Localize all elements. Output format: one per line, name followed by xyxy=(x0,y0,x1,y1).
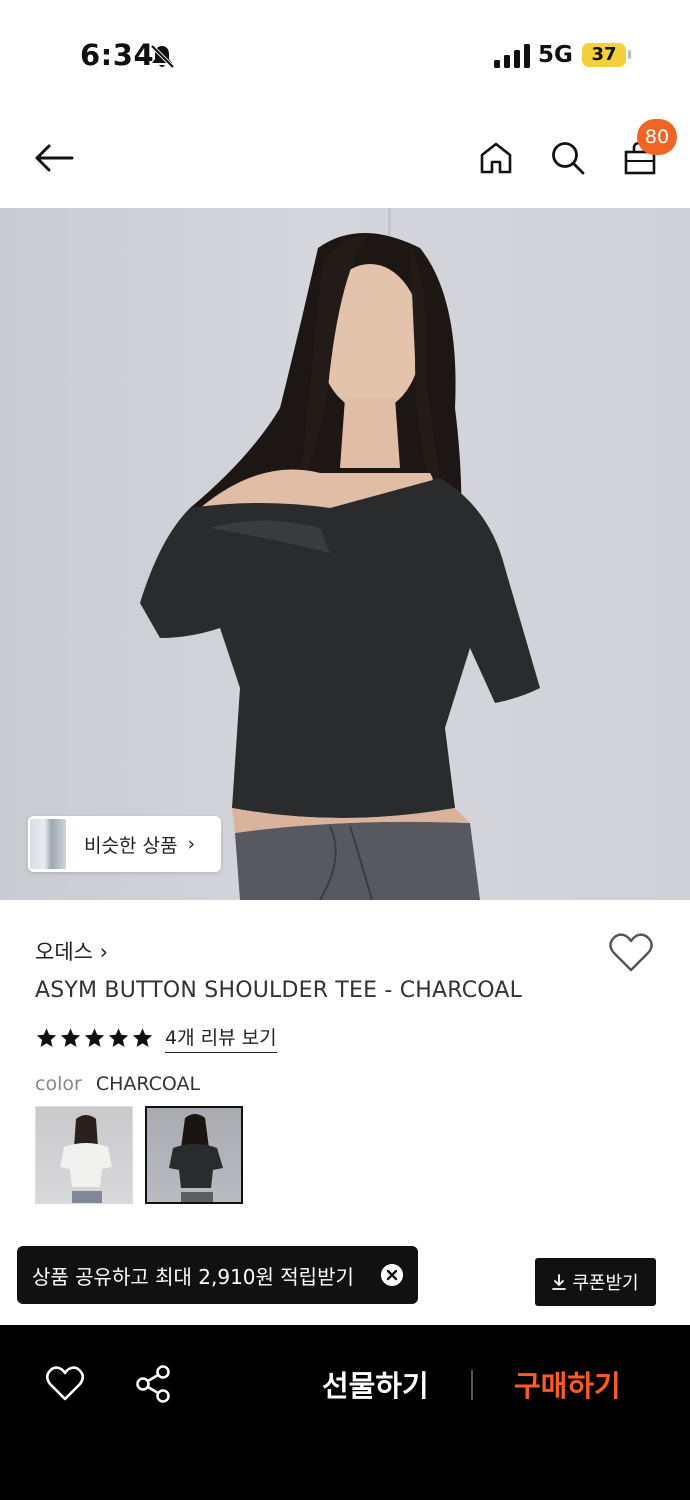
heart-icon xyxy=(609,933,653,972)
wishlist-button[interactable] xyxy=(608,932,654,974)
search-icon xyxy=(552,142,585,175)
star-rating xyxy=(35,1027,155,1049)
divider xyxy=(471,1370,473,1400)
gift-button[interactable]: 선물하기 xyxy=(322,1363,429,1405)
coupon-label: 쿠폰받기 xyxy=(572,1273,639,1294)
search-button[interactable] xyxy=(542,132,594,184)
home-icon xyxy=(480,142,512,174)
heart-icon[interactable] xyxy=(45,1365,85,1403)
color-swatch-charcoal[interactable] xyxy=(145,1106,243,1204)
cart-count-badge: 80 xyxy=(637,119,677,155)
swatch-photo xyxy=(169,1114,223,1202)
buy-button[interactable]: 구매하기 xyxy=(514,1363,621,1405)
star-icon xyxy=(60,1028,81,1047)
star-icon xyxy=(36,1028,57,1047)
back-arrow-icon xyxy=(35,144,74,172)
bottom-action-bar: 선물하기 구매하기 xyxy=(0,1325,690,1500)
model-photo xyxy=(140,208,540,900)
share-icon[interactable] xyxy=(132,1363,174,1405)
star-icon xyxy=(84,1028,105,1047)
color-row: color CHARCOAL xyxy=(35,1073,200,1095)
star-icon xyxy=(108,1028,129,1047)
network-type: 5G xyxy=(538,42,573,68)
battery-tip xyxy=(628,50,631,59)
similar-products-label: 비슷한 상품 xyxy=(84,834,178,857)
swatch-photo xyxy=(60,1115,112,1203)
coupon-button[interactable]: 쿠폰받기 xyxy=(535,1258,656,1306)
toast-text: 상품 공유하고 최대 2,910원 적립받기 xyxy=(32,1264,354,1289)
signal-icon xyxy=(494,44,530,68)
similar-products-button[interactable]: 비슷한 상품 › xyxy=(28,816,221,872)
color-swatch-white[interactable] xyxy=(35,1106,133,1204)
download-icon xyxy=(552,1274,567,1290)
color-value: CHARCOAL xyxy=(95,1073,201,1095)
close-icon[interactable] xyxy=(381,1264,403,1286)
top-nav-bar xyxy=(0,110,690,208)
brand-link[interactable]: 오데스 › xyxy=(35,936,108,966)
status-bar: 6:34 5G 37 xyxy=(0,0,690,110)
rating-row: 4개 리뷰 보기 xyxy=(35,1023,277,1053)
star-icon xyxy=(132,1028,153,1047)
color-label: color xyxy=(35,1073,82,1095)
status-time: 6:34 xyxy=(80,38,155,72)
product-title: ASYM BUTTON SHOULDER TEE - CHARCOAL xyxy=(35,978,523,1003)
review-link[interactable]: 4개 리뷰 보기 xyxy=(165,1023,277,1053)
back-button[interactable] xyxy=(28,132,80,184)
similar-thumbnail xyxy=(30,819,66,869)
share-reward-toast: 상품 공유하고 최대 2,910원 적립받기 xyxy=(17,1246,418,1304)
home-button[interactable] xyxy=(470,132,522,184)
chevron-right-icon: › xyxy=(187,833,196,855)
battery-indicator: 37 xyxy=(582,43,626,67)
bell-slash-icon xyxy=(150,44,175,69)
product-hero-image[interactable] xyxy=(0,208,690,900)
